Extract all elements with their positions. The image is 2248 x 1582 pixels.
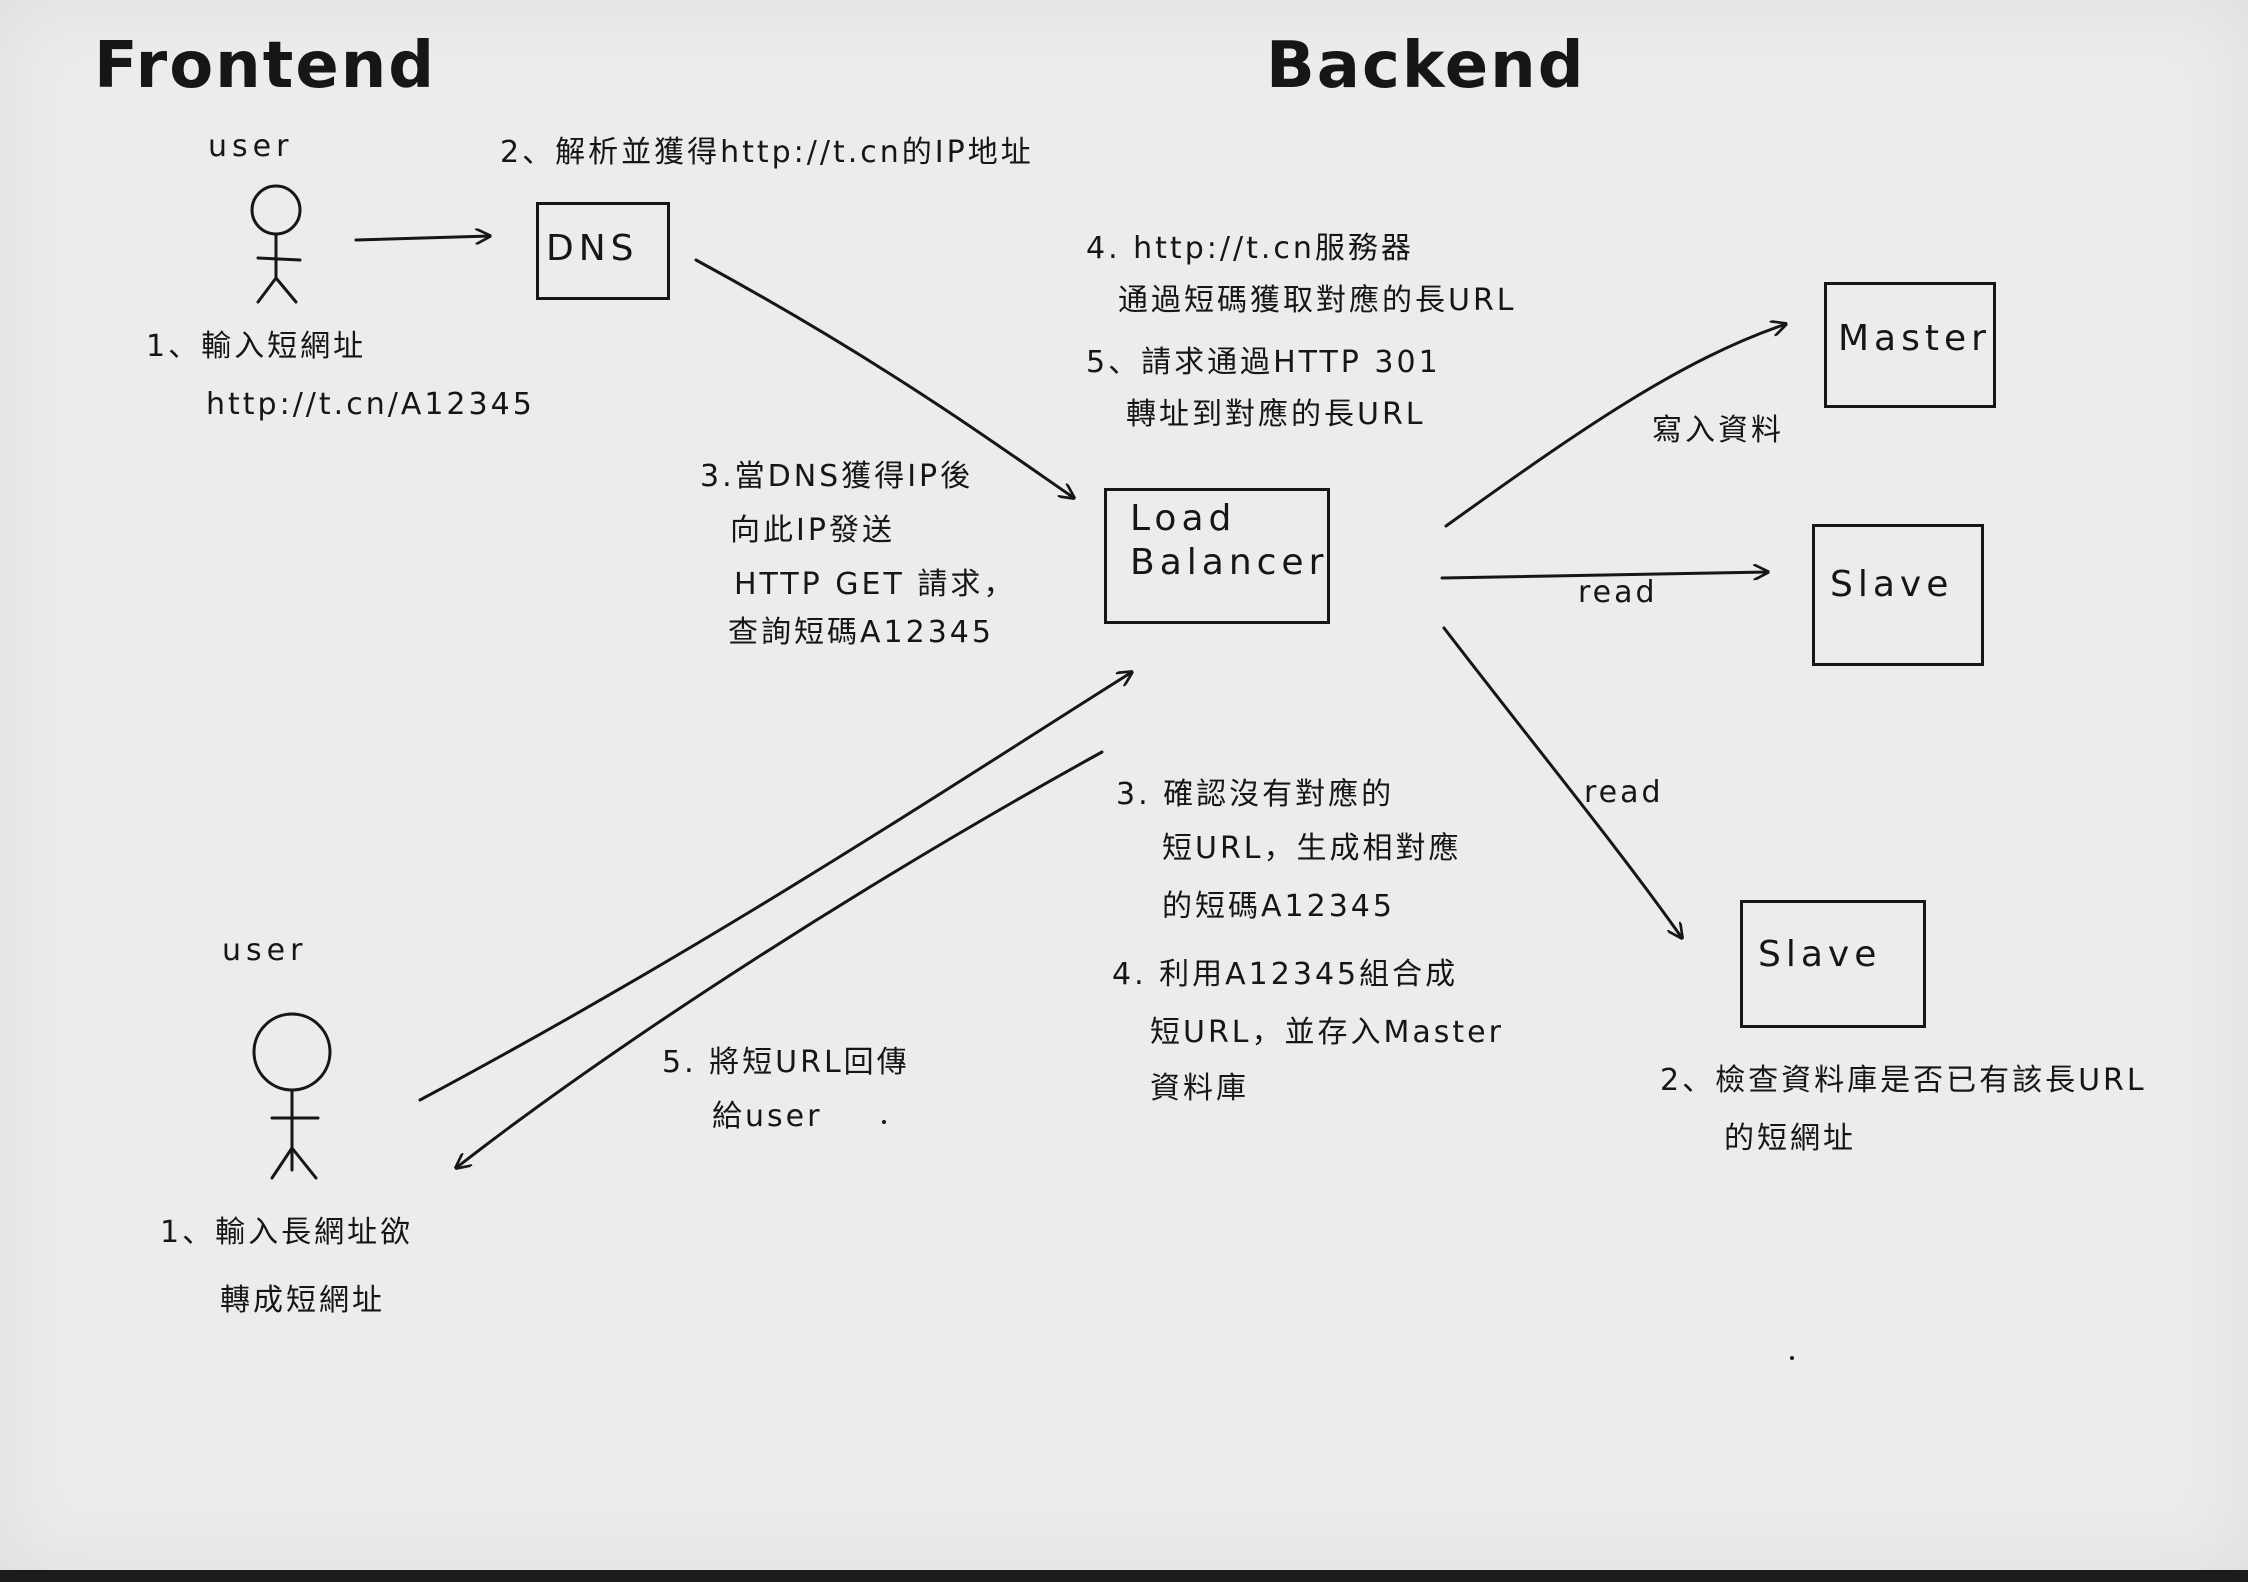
write-step3-line2: 短URL，生成相對應 [1162,831,1462,866]
write-step3-line1: 3. 確認沒有對應的 [1116,777,1395,812]
read-step5-line2: 轉址到對應的長URL [1126,397,1426,432]
dns-label: DNS [546,228,639,269]
slave-top-read-label: read [1578,575,1658,610]
master-write-label: 寫入資料 [1652,413,1784,448]
write-step5-line1: 5. 將短URL回傳 [662,1045,910,1080]
read-step2: 2、解析並獲得http://t.cn的IP地址 [500,135,1034,170]
user-bottom-figure [252,1012,332,1180]
write-step4-line1: 4. 利用A12345組合成 [1112,957,1459,992]
slave-bottom-label: Slave [1758,934,1882,975]
read-step5-line1: 5、請求通過HTTP 301 [1086,345,1441,380]
arrow-user-to-dns [354,236,490,240]
ink-dot [1790,1356,1794,1360]
write-step5-line2: 給user [712,1099,823,1134]
write-step1-line1: 1、輸入長網址欲 [160,1215,414,1250]
slave-bottom-read-label: read [1584,775,1664,810]
write-step4-line3: 資料庫 [1150,1071,1249,1106]
write-step2-line2: 的短網址 [1724,1121,1856,1156]
write-step2-line1: 2、檢查資料庫是否已有該長URL [1660,1063,2147,1098]
read-step1-line2: http://t.cn/A12345 [206,387,535,422]
read-step3-line3: HTTP GET 請求， [734,567,1017,602]
slave-top-label: Slave [1830,564,1954,605]
write-step3-line3: 的短碼A12345 [1162,889,1395,924]
write-step1-line2: 轉成短網址 [220,1283,385,1318]
read-step4-line1: 4. http://t.cn服務器 [1086,231,1414,266]
load-balancer-label-1: Load [1130,498,1237,539]
frontend-heading: Frontend [94,29,437,103]
user-bottom-label: user [222,933,308,968]
read-step3-line1: 3.當DNS獲得IP後 [700,459,974,494]
read-step1-line1: 1、輸入短網址 [146,329,367,364]
read-step4-line2: 通過短碼獲取對應的長URL [1118,283,1517,318]
master-label: Master [1838,318,1991,359]
backend-heading: Backend [1266,29,1586,103]
read-step3-line4: 查詢短碼A12345 [728,615,994,650]
read-step3-line2: 向此IP發送 [730,513,895,548]
user-top-figure [250,184,302,304]
ink-dot [882,1120,886,1124]
arrow-user-to-lb [418,672,1132,1102]
user-top-label: user [208,129,294,164]
load-balancer-label-2: Balancer [1130,542,1329,583]
write-step4-line2: 短URL，並存入Master [1150,1015,1504,1050]
